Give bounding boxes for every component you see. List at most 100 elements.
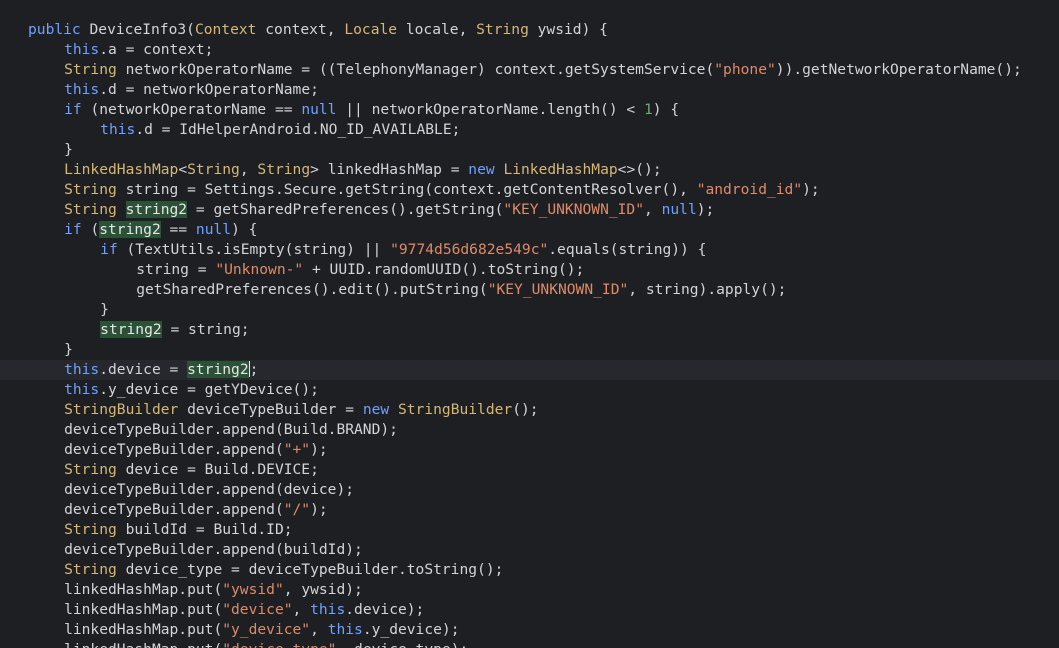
code-token: || networkOperatorName.length() < <box>336 101 644 118</box>
code-token: this <box>100 121 136 138</box>
code-line[interactable]: string = "Unknown-" + UUID.randomUUID().… <box>0 260 1059 280</box>
code-token: context, <box>256 21 345 38</box>
code-area[interactable]: public DeviceInfo3(Context context, Loca… <box>0 20 1059 648</box>
code-line[interactable]: String networkOperatorName = ((Telephony… <box>0 60 1059 80</box>
code-line[interactable]: getSharedPreferences().edit().putString(… <box>0 280 1059 300</box>
code-token: buildId = Build.ID; <box>116 521 293 538</box>
code-line-current[interactable]: this.device = string2; <box>0 360 1059 380</box>
code-line[interactable]: LinkedHashMap<String, String> linkedHash… <box>0 160 1059 180</box>
code-token: .a = context; <box>99 41 214 58</box>
code-token: .device = <box>99 361 188 378</box>
code-token: } <box>64 341 73 358</box>
code-line[interactable]: this.d = IdHelperAndroid.NO_ID_AVAILABLE… <box>0 120 1059 140</box>
code-token: .device); <box>345 601 425 618</box>
code-token: String <box>64 61 117 78</box>
code-token: > linkedHashMap = <box>310 161 469 178</box>
code-token: ) { <box>231 221 258 238</box>
code-token: "9774d56d682e549c" <box>390 241 549 258</box>
code-line[interactable]: public DeviceInfo3(Context context, Loca… <box>0 20 1059 40</box>
code-token: "KEY_UNKNOWN_ID" <box>503 201 645 218</box>
code-token: string2 <box>187 361 249 378</box>
code-token: deviceTypeBuilder.append(Build.BRAND); <box>64 421 398 438</box>
code-editor[interactable]: public DeviceInfo3(Context context, Loca… <box>0 0 1059 648</box>
code-line[interactable]: } <box>0 140 1059 160</box>
code-token: ( <box>81 221 100 238</box>
code-token: , <box>310 621 328 638</box>
code-token: if <box>64 221 82 238</box>
code-line[interactable]: if (TextUtils.isEmpty(string) || "9774d5… <box>0 240 1059 260</box>
code-token: "/" <box>283 501 311 518</box>
code-token: , device_type); <box>336 641 468 648</box>
code-token: ) { <box>652 101 680 118</box>
code-token: string = Settings.Secure.getString(conte… <box>116 181 697 198</box>
code-token: .d = IdHelperAndroid.NO_ID_AVAILABLE; <box>135 121 461 138</box>
code-token: string2 <box>125 201 188 218</box>
code-token: (); <box>512 401 539 418</box>
code-token: , <box>239 161 258 178</box>
code-line[interactable]: linkedHashMap.put("y_device", this.y_dev… <box>0 620 1059 640</box>
code-token: new <box>362 401 390 418</box>
code-token: (TextUtils.isEmpty(string) || <box>117 241 391 258</box>
code-line[interactable]: this.d = networkOperatorName; <box>0 80 1059 100</box>
code-token: , <box>292 601 311 618</box>
code-line[interactable]: deviceTypeBuilder.append(device); <box>0 480 1059 500</box>
code-token: "ywsid" <box>222 581 284 598</box>
code-token: String <box>257 161 311 178</box>
code-token: public <box>28 21 90 38</box>
code-line[interactable]: if (networkOperatorName == null || netwo… <box>0 100 1059 120</box>
code-line[interactable]: this.a = context; <box>0 40 1059 60</box>
code-token: null <box>195 221 232 238</box>
code-line[interactable]: String string2 = getSharedPreferences().… <box>0 200 1059 220</box>
code-line[interactable]: } <box>0 300 1059 320</box>
code-token: String <box>64 561 117 578</box>
code-token: DeviceInfo3( <box>89 21 195 38</box>
code-token: ); <box>310 441 328 458</box>
code-line[interactable]: if (string2 == null) { <box>0 220 1059 240</box>
code-token: , ywsid); <box>283 581 363 598</box>
code-token: deviceTypeBuilder.append( <box>64 441 284 458</box>
code-token: 1 <box>644 101 653 118</box>
code-line[interactable]: } <box>0 340 1059 360</box>
code-line[interactable]: deviceTypeBuilder.append(Build.BRAND); <box>0 420 1059 440</box>
code-line[interactable]: deviceTypeBuilder.append(buildId); <box>0 540 1059 560</box>
code-token: ; <box>249 361 259 378</box>
code-token: String <box>64 201 117 218</box>
code-token: this <box>64 381 100 398</box>
code-token: if <box>100 241 118 258</box>
code-token: null <box>301 101 337 118</box>
code-line[interactable]: deviceTypeBuilder.append("+"); <box>0 440 1059 460</box>
code-token: ); <box>802 181 820 198</box>
code-line[interactable]: deviceTypeBuilder.append("/"); <box>0 500 1059 520</box>
code-line[interactable]: linkedHashMap.put("ywsid", ywsid); <box>0 580 1059 600</box>
code-token: linkedHashMap.put( <box>64 621 223 638</box>
code-token: ); <box>310 501 328 518</box>
code-token: Context <box>194 21 257 38</box>
code-token: linkedHashMap.put( <box>64 601 223 618</box>
code-line[interactable]: string2 = string; <box>0 320 1059 340</box>
code-token: .y_device); <box>362 621 460 638</box>
code-token: .y_device = getYDevice(); <box>99 381 319 398</box>
code-line[interactable]: String device_type = deviceTypeBuilder.t… <box>0 560 1059 580</box>
code-line[interactable]: String device = Build.DEVICE; <box>0 460 1059 480</box>
code-token: <>(); <box>617 161 662 178</box>
code-line[interactable]: linkedHashMap.put("device_type", device_… <box>0 640 1059 648</box>
code-token: < <box>178 161 188 178</box>
code-line[interactable]: StringBuilder deviceTypeBuilder = new St… <box>0 400 1059 420</box>
code-token: String <box>64 461 117 478</box>
code-token: "KEY_UNKNOWN_ID" <box>487 281 629 298</box>
code-token: "y_device" <box>222 621 311 638</box>
code-token: linkedHashMap.put( <box>64 581 223 598</box>
code-token: this <box>310 601 346 618</box>
code-token: .equals(string)) { <box>548 241 707 258</box>
code-token: string2 <box>100 321 162 338</box>
code-line[interactable]: linkedHashMap.put("device", this.device)… <box>0 600 1059 620</box>
code-token: ); <box>696 201 715 218</box>
code-token: } <box>64 141 73 158</box>
code-line[interactable]: this.y_device = getYDevice(); <box>0 380 1059 400</box>
code-line[interactable]: String buildId = Build.ID; <box>0 520 1059 540</box>
code-token: String <box>64 521 117 538</box>
code-token: "device_type" <box>222 641 336 648</box>
code-line[interactable]: String string = Settings.Secure.getStrin… <box>0 180 1059 200</box>
